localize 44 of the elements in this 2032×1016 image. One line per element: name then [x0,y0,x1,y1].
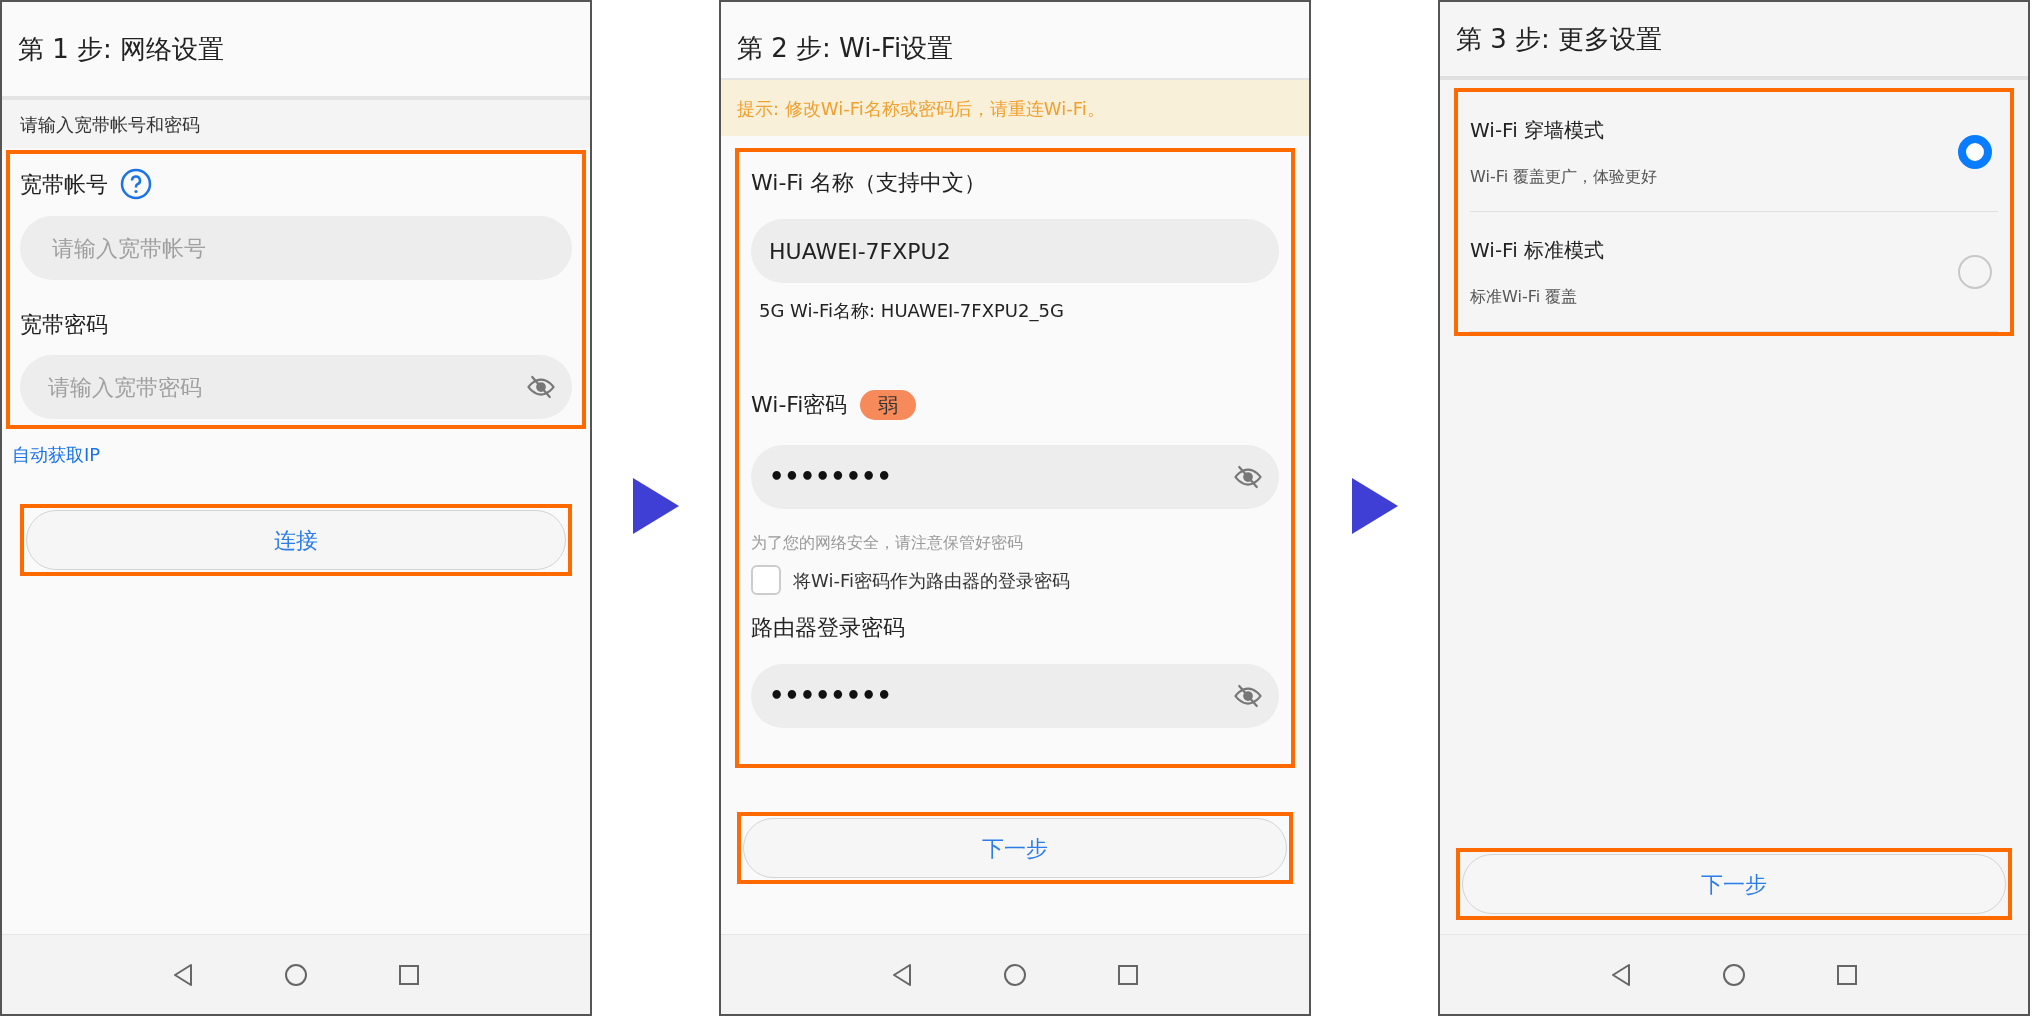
section-subtitle: 请输入宽带帐号和密码 [20,112,200,137]
back-icon[interactable] [172,962,194,987]
input-field[interactable]: HUAWEI-7FXPU2 [751,219,1279,283]
field-label: 宽带密码 [20,311,109,339]
right-triangle-arrow-icon [632,478,679,534]
home-icon[interactable] [284,962,308,987]
input-field[interactable]: 请输入宽带帐号 [20,216,572,280]
page-title: 第 1 步: 网络设置 [18,32,225,66]
field-label: Wi-Fi密码 [751,391,848,419]
field-label: 路由器登录密码 [751,614,906,642]
mode-title: Wi-Fi 穿墙模式 [1470,116,1606,144]
checkbox-label: 将Wi-Fi密码作为路由器的登录密码 [793,568,1070,593]
page-title: 第 3 步: 更多设置 [1456,22,1663,56]
mode-description: Wi-Fi 覆盖更广，体验更好 [1470,165,1658,188]
help-icon[interactable] [120,168,152,200]
mode-option[interactable]: Wi-Fi 标准模式 标准Wi-Fi 覆盖 [1470,212,1998,332]
mode-option[interactable]: Wi-Fi 穿墙模式 Wi-Fi 覆盖更广，体验更好 [1470,92,1998,212]
tip-text: 提示: 修改Wi-Fi名称或密码后，请重连Wi-Fi。 [737,96,1105,121]
connect-button[interactable]: 连接 [26,510,566,570]
wifi-5g-name: 5G Wi-Fi名称: HUAWEI-7FXPU2_5G [759,299,1065,324]
mode-title: Wi-Fi 标准模式 [1470,236,1605,264]
home-icon[interactable] [1003,962,1027,987]
input-field[interactable]: 请输入宽带密码 [20,355,572,419]
next-button[interactable]: 下一步 [743,818,1287,878]
checkbox[interactable] [751,565,781,595]
page-title: 第 2 步: Wi-Fi设置 [737,32,954,65]
back-icon[interactable] [1610,962,1632,987]
mode-description: 标准Wi-Fi 覆盖 [1470,285,1579,308]
radio-button[interactable] [1958,254,1992,289]
home-icon[interactable] [1722,962,1746,987]
input-field[interactable]: •••••••• [751,664,1279,728]
right-triangle-arrow-icon [1351,478,1398,534]
security-hint: 为了您的网络安全，请注意保管好密码 [751,532,1024,554]
input-field[interactable]: •••••••• [751,445,1279,509]
recents-icon[interactable] [1836,963,1858,986]
recents-icon[interactable] [398,963,420,986]
recents-icon[interactable] [1117,963,1139,986]
field-label: Wi-Fi 名称（支持中文） [751,169,988,197]
strength-badge: 弱 [859,389,916,420]
next-button[interactable]: 下一步 [1462,854,2006,914]
back-icon[interactable] [891,962,913,987]
field-label: 宽带帐号 [20,170,108,199]
auto-ip-link[interactable]: 自动获取IP [12,441,101,468]
radio-button[interactable] [1958,134,1992,169]
